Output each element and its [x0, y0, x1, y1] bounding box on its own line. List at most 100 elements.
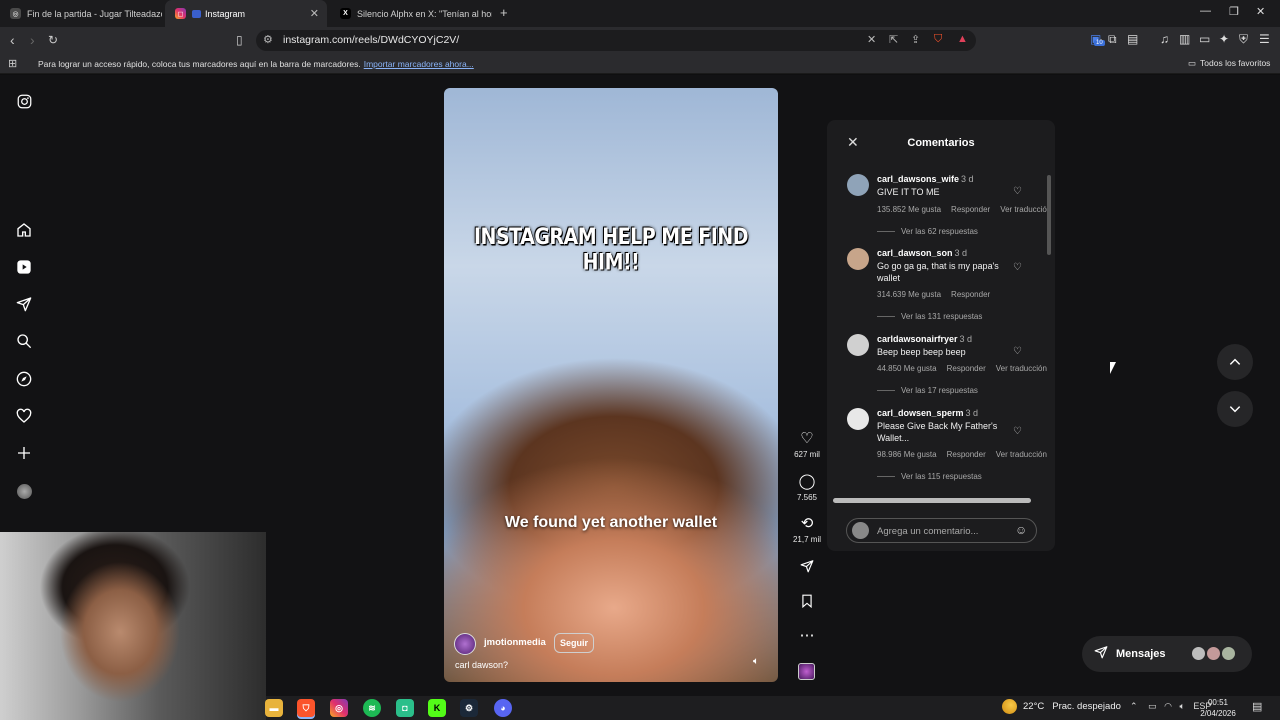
minimize-icon[interactable]: —: [1200, 5, 1211, 17]
send-icon[interactable]: [790, 559, 824, 577]
network-icon[interactable]: ▭: [1148, 701, 1157, 711]
view-replies[interactable]: Ver las 17 respuestas: [877, 386, 978, 395]
plus-icon[interactable]: [14, 443, 34, 463]
search-icon[interactable]: [14, 331, 34, 351]
brave-browser-icon[interactable]: ⛉: [297, 699, 315, 717]
heart-icon[interactable]: [14, 406, 34, 426]
media-icon[interactable]: ♫: [1160, 32, 1169, 46]
save-action[interactable]: [790, 594, 824, 612]
notifications-icon[interactable]: ▤: [1252, 700, 1262, 713]
streaming-app-icon[interactable]: ◘: [396, 699, 414, 717]
reload-icon[interactable]: ↻: [48, 33, 58, 47]
open-external-icon[interactable]: ⇱: [889, 33, 898, 46]
instagram-icon[interactable]: [14, 91, 34, 111]
reply-button[interactable]: Responder: [947, 364, 986, 373]
brave-shield-icon[interactable]: ⛉: [934, 33, 942, 46]
comments-horizontal-scrollbar[interactable]: [833, 498, 1031, 503]
apps-grid-icon[interactable]: ⊞: [8, 57, 17, 70]
brave-rewards-icon[interactable]: ▲: [957, 33, 968, 45]
avatar[interactable]: [847, 248, 869, 270]
audio-muted-icon[interactable]: ✕: [867, 33, 876, 46]
discord-icon[interactable]: ◕: [494, 699, 512, 717]
wallet-extension-icon[interactable]: ▭: [1199, 32, 1210, 46]
username[interactable]: carl_dowsen_sperm: [877, 408, 964, 418]
restore-icon[interactable]: ❐: [1229, 5, 1239, 18]
comment-user[interactable]: carl_dawsons_wife 3 d: [877, 174, 974, 184]
tab-instagram[interactable]: ◻ Instagram ✕: [165, 0, 327, 27]
view-replies[interactable]: Ver las 131 respuestas: [877, 312, 982, 321]
reply-button[interactable]: Responder: [947, 450, 986, 459]
comments-scrollbar[interactable]: [1047, 175, 1051, 255]
avatar[interactable]: [847, 408, 869, 430]
compass-icon[interactable]: [14, 369, 34, 389]
reels-icon[interactable]: [14, 257, 34, 277]
next-reel-button[interactable]: [1217, 391, 1253, 427]
heart-icon[interactable]: ♡: [1013, 262, 1022, 273]
wallet-icon[interactable]: ▤: [1127, 32, 1138, 46]
clock[interactable]: 00:51 2/04/2026: [1198, 697, 1238, 719]
comment-user[interactable]: carl_dowsen_sperm 3 d: [877, 408, 978, 418]
send-icon[interactable]: [14, 294, 34, 314]
like-action[interactable]: ♡ 627 mil: [790, 431, 824, 460]
vpn-icon[interactable]: ⛨: [1239, 32, 1248, 47]
author-avatar[interactable]: [454, 633, 476, 655]
reply-button[interactable]: Responder: [951, 205, 990, 214]
spotify-icon[interactable]: ≋: [363, 699, 381, 717]
heart-icon[interactable]: ♡: [1013, 346, 1022, 357]
profile-avatar[interactable]: [14, 481, 34, 501]
sidebar-icon[interactable]: ▥: [1179, 32, 1190, 46]
view-replies[interactable]: Ver las 115 respuestas: [877, 472, 982, 481]
close-window-icon[interactable]: ✕: [1256, 5, 1265, 18]
translate-button[interactable]: Ver traducción: [996, 364, 1047, 373]
share-action[interactable]: [790, 559, 824, 577]
home-icon[interactable]: [14, 220, 34, 240]
wifi-icon[interactable]: ◠: [1164, 701, 1172, 711]
import-bookmarks-link[interactable]: Importar marcadores ahora...: [364, 59, 474, 69]
comment-icon[interactable]: ◯: [790, 474, 824, 490]
file-explorer-icon[interactable]: ▬: [265, 699, 283, 717]
heart-icon[interactable]: ♡: [790, 431, 824, 447]
follow-button[interactable]: Seguir: [554, 633, 595, 653]
comment-user[interactable]: carl_dawson_son 3 d: [877, 248, 967, 258]
tab-tilteadazo[interactable]: ◎ Fin de la partida - Jugar Tilteadazo -: [0, 0, 162, 27]
translate-button[interactable]: Ver traducción: [1000, 205, 1051, 214]
emoji-icon[interactable]: ☺: [1015, 523, 1027, 537]
heart-icon[interactable]: ♡: [1013, 186, 1022, 197]
close-tab-icon[interactable]: ✕: [310, 7, 319, 20]
username[interactable]: carl_dawson_son: [877, 248, 953, 258]
comment-user[interactable]: carldawsonairfryer 3 d: [877, 334, 972, 344]
audio-thumbnail[interactable]: [798, 663, 815, 680]
kick-icon[interactable]: K: [428, 699, 446, 717]
volume-icon[interactable]: 🔈︎: [1179, 701, 1184, 711]
repost-action[interactable]: ⟲ 21,7 mil: [790, 516, 824, 545]
all-favorites[interactable]: ▭ Todos los favoritos: [1188, 58, 1270, 69]
leo-ai-icon[interactable]: ✦: [1219, 32, 1229, 46]
chevron-up-icon[interactable]: ⌃: [1130, 701, 1138, 711]
forward-icon[interactable]: ›: [30, 32, 35, 48]
extensions-icon[interactable]: ⧉: [1108, 32, 1117, 47]
username[interactable]: carldawsonairfryer: [877, 334, 958, 344]
url-text[interactable]: instagram.com/reels/DWdCYOYjC2V/: [283, 34, 459, 46]
username[interactable]: carl_dawsons_wife: [877, 174, 959, 184]
instagram-app-icon[interactable]: ◎: [330, 699, 348, 717]
comment-action[interactable]: ◯ 7.565: [790, 474, 824, 503]
view-replies[interactable]: Ver las 62 respuestas: [877, 227, 978, 236]
reply-button[interactable]: Responder: [951, 290, 990, 299]
avatar[interactable]: [847, 334, 869, 356]
sound-icon[interactable]: 🔈︎: [753, 656, 759, 667]
author-name[interactable]: jmotionmedia: [484, 637, 546, 648]
reel-video[interactable]: INSTAGRAM HELP ME FIND HIM!! We found ye…: [444, 88, 778, 682]
previous-reel-button[interactable]: [1217, 344, 1253, 380]
bookmark-icon[interactable]: [790, 594, 824, 612]
bookmark-icon[interactable]: ▯: [236, 33, 243, 47]
avatar[interactable]: [847, 174, 869, 196]
weather-widget[interactable]: 22°C Prac. despejado: [1002, 699, 1121, 714]
more-options[interactable]: ⋯: [790, 628, 824, 644]
heart-icon[interactable]: ♡: [1013, 426, 1022, 437]
comment-input-placeholder[interactable]: Agrega un comentario...: [877, 526, 978, 537]
share-icon[interactable]: ⇪: [911, 33, 920, 46]
tab-x-post[interactable]: X Silencio Alphx en X: "Tenían al hombr: [330, 0, 492, 27]
steam-icon[interactable]: ⚙: [460, 699, 478, 717]
translate-button[interactable]: Ver traducción: [996, 450, 1047, 459]
menu-icon[interactable]: ☰: [1259, 32, 1270, 46]
